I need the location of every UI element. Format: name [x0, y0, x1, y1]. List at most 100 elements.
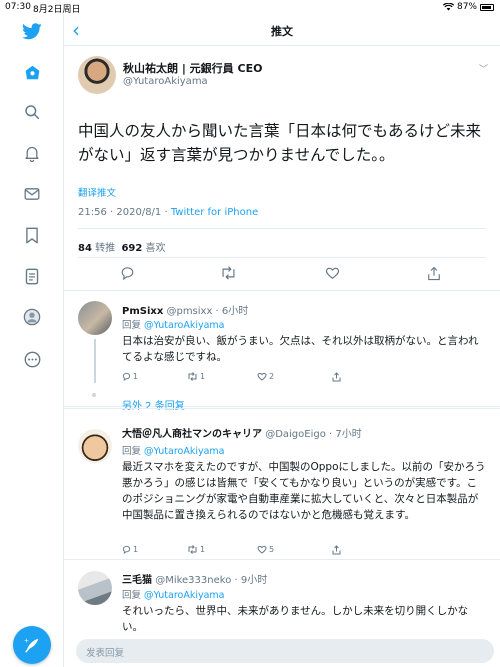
- reply-retweet-button[interactable]: 1: [187, 372, 205, 381]
- retweet-count[interactable]: 84: [78, 243, 92, 254]
- tweet-meta: 21:56 · 2020/8/1 · Twitter for iPhone: [78, 207, 258, 218]
- reply-text: それいったら、世界中、未来がありません。しかし未来を切り開くしかない。: [122, 605, 469, 633]
- like-icon[interactable]: [323, 264, 341, 282]
- tweet-actions: [64, 264, 500, 286]
- status-time: 07:30: [5, 2, 31, 12]
- reply-avatar[interactable]: [78, 301, 112, 335]
- reply-to-label: 回复: [122, 590, 142, 601]
- author-handle[interactable]: @YutaroAkiyama: [123, 76, 208, 87]
- reply-icon: [122, 372, 131, 381]
- tweet-stats: 84 转推 692 喜欢: [78, 239, 166, 254]
- retweet-count: 1: [200, 545, 206, 554]
- search-icon[interactable]: [20, 100, 44, 124]
- twitter-logo-icon[interactable]: [20, 19, 44, 43]
- battery-percent: 87%: [456, 2, 477, 12]
- reply-actions: 1 1 5: [122, 545, 486, 557]
- retweet-icon: [188, 372, 197, 381]
- reply-to-link[interactable]: @YutaroAkiyama: [144, 590, 224, 601]
- reply-author-handle[interactable]: @Mike333neko · 9小时: [155, 575, 267, 586]
- reply-count: 1: [133, 372, 139, 381]
- like-count: 2: [269, 372, 275, 381]
- meta-separator: ·: [161, 207, 171, 218]
- like-count[interactable]: 692: [121, 243, 142, 254]
- translate-link[interactable]: 翻译推文: [78, 185, 116, 199]
- battery-icon: [480, 3, 494, 11]
- author-name[interactable]: 秋山祐太朗 | 元銀行員 CEO: [123, 60, 262, 76]
- reply-author-name[interactable]: PmSixx: [122, 306, 163, 317]
- like-count: 5: [269, 545, 275, 554]
- share-icon: [332, 545, 341, 555]
- tweet-detail-panel: ‹ 推文 秋山祐太朗 | 元銀行員 CEO @YutaroAkiyama ﹀ 中…: [64, 14, 500, 667]
- reply-like-button[interactable]: 2: [257, 372, 274, 381]
- notifications-icon[interactable]: [20, 141, 44, 165]
- retweet-count: 1: [200, 372, 206, 381]
- reply-author-handle[interactable]: @pmsixx · 6小时: [166, 306, 248, 317]
- retweet-icon: [188, 545, 197, 554]
- reply-to: 回复 @YutaroAkiyama: [122, 317, 225, 331]
- header-bar: ‹ 推文: [64, 14, 500, 46]
- reply-input-placeholder: 发表回复: [86, 648, 125, 659]
- reply-header: PmSixx @pmsixx · 6小时: [122, 302, 248, 317]
- reply-retweet-button[interactable]: 1: [187, 545, 205, 554]
- reply-author-handle[interactable]: @DaigoEigo · 7小时: [265, 429, 362, 440]
- thread-dot: [92, 393, 96, 397]
- profile-icon[interactable]: [20, 305, 44, 329]
- reply-icon: [122, 545, 131, 554]
- divider: [78, 228, 486, 229]
- reply-share-button[interactable]: [332, 372, 341, 382]
- reply-header: 大悟＠凡人商社マンのキャリア @DaigoEigo · 7小时: [122, 425, 362, 440]
- avatar[interactable]: [78, 56, 116, 94]
- reply-count: 1: [133, 545, 139, 554]
- reply-actions: 1 1 2: [122, 372, 486, 384]
- meta-separator: ·: [106, 207, 117, 218]
- reply-author-name[interactable]: 大悟＠凡人商社マンのキャリア: [122, 429, 262, 440]
- share-icon[interactable]: [425, 264, 443, 282]
- svg-text:+: +: [24, 637, 29, 644]
- reply-text: 日本は治安が良い、飯がうまい。欠点は、それ以外は取柄がない。と言われてるよな感じ…: [122, 335, 479, 363]
- reply-author-name[interactable]: 三毛猫: [122, 575, 152, 586]
- share-icon: [332, 372, 341, 382]
- status-right: 87%: [442, 2, 494, 12]
- status-bar: 07:30 8月2日周日 87%: [0, 0, 500, 15]
- reply-to-label: 回复: [122, 446, 142, 457]
- like-icon: [257, 372, 267, 381]
- retweet-label[interactable]: 转推: [95, 243, 115, 254]
- reply-to-link[interactable]: @YutaroAkiyama: [144, 446, 224, 457]
- reply-avatar[interactable]: [78, 429, 112, 463]
- bookmarks-icon[interactable]: [20, 223, 44, 247]
- reply-input[interactable]: 发表回复: [76, 639, 494, 663]
- like-icon: [257, 545, 267, 554]
- tweet-date: 2020/8/1: [116, 207, 162, 218]
- reply-avatar[interactable]: [78, 571, 112, 605]
- page-title: 推文: [271, 25, 293, 38]
- compose-tweet-button[interactable]: +: [13, 626, 51, 664]
- chevron-down-icon[interactable]: ﹀: [479, 62, 488, 75]
- reply-to: 回复 @YutaroAkiyama: [122, 587, 225, 601]
- reply-text: 最近スマホを変えたのですが、中国製のOppoにしました。以前の「安かろう悪かろう…: [122, 461, 486, 521]
- lists-icon[interactable]: [20, 264, 44, 288]
- messages-icon[interactable]: [20, 182, 44, 206]
- compose-icon: +: [24, 637, 39, 653]
- like-label[interactable]: 喜欢: [146, 243, 166, 254]
- reply-reply-button[interactable]: 1: [122, 545, 138, 554]
- reply-header: 三毛猫 @Mike333neko · 9小时: [122, 571, 267, 586]
- tweet-time: 21:56: [78, 207, 107, 218]
- thread-line: [94, 339, 96, 383]
- reply-item[interactable]: PmSixx @pmsixx · 6小时 回复 @YutaroAkiyama 日…: [64, 291, 500, 412]
- reply-share-button[interactable]: [332, 545, 341, 555]
- home-icon[interactable]: [20, 60, 44, 84]
- wifi-icon: [442, 3, 454, 11]
- reply-to-label: 回复: [122, 320, 142, 331]
- reply-to-link[interactable]: @YutaroAkiyama: [144, 320, 224, 331]
- reply-reply-button[interactable]: 1: [122, 372, 138, 381]
- tweet-text: 中国人の友人から聞いた言葉「日本は何でもあるけど未来がない」返す言葉が見つかりま…: [78, 122, 482, 164]
- reply-item[interactable]: 大悟＠凡人商社マンのキャリア @DaigoEigo · 7小时 回复 @Yuta…: [64, 408, 500, 560]
- reply-to: 回复 @YutaroAkiyama: [122, 443, 225, 457]
- more-icon[interactable]: [20, 347, 44, 371]
- sidebar: +: [0, 14, 64, 667]
- reply-icon[interactable]: [118, 264, 136, 282]
- divider: [78, 257, 486, 258]
- tweet-source[interactable]: Twitter for iPhone: [171, 207, 258, 218]
- retweet-icon[interactable]: [219, 264, 237, 282]
- reply-like-button[interactable]: 5: [257, 545, 274, 554]
